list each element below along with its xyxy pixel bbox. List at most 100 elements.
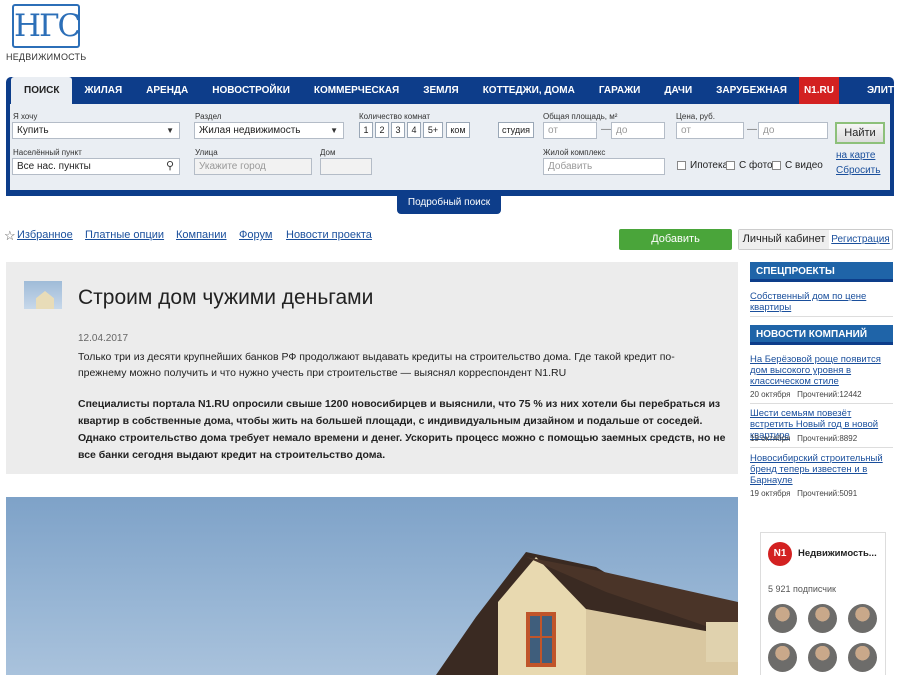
want-value: Купить: [17, 125, 49, 136]
avatar[interactable]: [848, 643, 877, 672]
cabinet-button[interactable]: Личный кабинет: [739, 230, 829, 249]
video-checkbox[interactable]: С видео: [772, 160, 823, 171]
checkbox-box: [726, 161, 735, 170]
search-icon: ⚲: [165, 160, 174, 172]
checkbox-box: [772, 161, 781, 170]
social-widget[interactable]: N1 Недвижимость... 5 921 подписчик: [760, 532, 886, 675]
tab-search[interactable]: ПОИСК: [11, 77, 73, 104]
area-label: Общая площадь, м²: [543, 112, 618, 121]
logo-mark: НГС: [12, 4, 81, 48]
detailed-search-button[interactable]: Подробный поиск: [397, 195, 501, 214]
rooms-5plus-button[interactable]: 5+: [423, 122, 443, 138]
tab-cottages[interactable]: КОТТЕДЖИ, ДОМА: [471, 77, 587, 104]
area-from-input[interactable]: от: [543, 122, 597, 139]
section-select[interactable]: Жилая недвижимость ▼: [194, 122, 344, 139]
house-thumbnail-icon: [24, 281, 62, 309]
find-button[interactable]: Найти: [835, 122, 885, 144]
checkbox-box: [677, 161, 686, 170]
special-project-link[interactable]: Собственный дом по цене квартиры: [750, 291, 890, 313]
price-dash: —: [747, 124, 757, 135]
mortgage-checkbox[interactable]: Ипотека: [677, 160, 728, 171]
tab-commercial[interactable]: КОММЕРЧЕСКАЯ: [302, 77, 411, 104]
rooms-1-button[interactable]: 1: [359, 122, 373, 138]
area-dash: —: [601, 124, 611, 135]
map-link[interactable]: на карте: [836, 150, 875, 161]
site-logo[interactable]: НГС НЕДВИЖИМОСТЬ: [6, 4, 86, 62]
news-item-title[interactable]: Новосибирский строительный бренд теперь …: [750, 453, 890, 486]
mortgage-label: Ипотека: [690, 160, 729, 171]
star-icon[interactable]: ☆: [4, 228, 16, 244]
price-from-input[interactable]: от: [676, 122, 744, 139]
news-date: 20 октября: [750, 390, 791, 399]
separator: [750, 447, 893, 448]
news-item-title[interactable]: На Берёзовой роще появится дом высокого …: [750, 354, 890, 387]
group-name[interactable]: Недвижимость...: [798, 548, 877, 559]
article-body: Специалисты портала N1.RU опросили свыше…: [78, 398, 726, 461]
add-ad-button[interactable]: Добавить объявление: [619, 229, 732, 266]
rooms-2-button[interactable]: 2: [375, 122, 389, 138]
rooms-4-button[interactable]: 4: [407, 122, 421, 138]
tab-foreign[interactable]: ЗАРУБЕЖНАЯ: [704, 77, 799, 104]
rooms-label: Количество комнат: [359, 112, 431, 121]
avatar[interactable]: [848, 604, 877, 633]
city-label: Населённый пункт: [13, 148, 82, 157]
price-label: Цена, руб.: [676, 112, 715, 121]
tab-new-buildings[interactable]: НОВОСТРОЙКИ: [200, 77, 302, 104]
tab-garages[interactable]: ГАРАЖИ: [587, 77, 653, 104]
street-input[interactable]: Укажите город: [194, 158, 312, 175]
price-to-input[interactable]: до: [758, 122, 828, 139]
article-title: Строим дом чужими деньгами: [78, 286, 374, 309]
separator: [750, 403, 893, 404]
house-label: Дом: [320, 148, 336, 157]
news-item-meta: 19 октября Прочтений:8892: [750, 434, 857, 443]
registration-link[interactable]: Регистрация: [829, 230, 892, 249]
house-input[interactable]: [320, 158, 372, 175]
tab-residential[interactable]: ЖИЛАЯ: [72, 77, 134, 104]
project-news-link[interactable]: Новости проекта: [286, 229, 372, 241]
article-photo: [6, 497, 738, 675]
city-value: Все нас. пункты: [17, 161, 91, 172]
news-views: Прочтений:12442: [797, 390, 862, 399]
paid-options-link[interactable]: Платные опции: [85, 229, 164, 241]
account-box: Личный кабинет Регистрация: [738, 229, 893, 250]
street-label: Улица: [195, 148, 218, 157]
video-label: С видео: [785, 160, 823, 171]
tab-land[interactable]: ЗЕМЛЯ: [411, 77, 470, 104]
separator: [750, 316, 893, 317]
want-label: Я хочу: [13, 112, 38, 121]
subscribers-count: 5 921 подписчик: [768, 584, 836, 594]
photo-checkbox[interactable]: С фото: [726, 160, 773, 171]
rooms-unit-button[interactable]: ком: [446, 122, 470, 138]
tab-n1[interactable]: N1.RU: [798, 77, 839, 104]
complex-input[interactable]: Добавить: [543, 158, 665, 175]
special-projects-header: СПЕЦПРОЕКТЫ: [750, 262, 893, 282]
complex-label: Жилой комплекс: [543, 148, 606, 157]
forum-link[interactable]: Форум: [239, 229, 272, 241]
section-label: Раздел: [195, 112, 222, 121]
city-input[interactable]: Все нас. пункты ⚲: [12, 158, 180, 175]
article-lead: Только три из десяти крупнейших банков Р…: [78, 351, 675, 379]
avatar[interactable]: [808, 643, 837, 672]
companies-link[interactable]: Компании: [176, 229, 227, 241]
category-tabs: ПОИСК ЖИЛАЯ АРЕНДА НОВОСТРОЙКИ КОММЕРЧЕС…: [11, 77, 900, 104]
news-date: 19 октября: [750, 489, 791, 498]
news-views: Прочтений:5091: [797, 489, 858, 498]
want-select[interactable]: Купить ▼: [12, 122, 180, 139]
area-to-input[interactable]: до: [611, 122, 665, 139]
tab-dachas[interactable]: ДАЧИ: [652, 77, 704, 104]
search-form: [10, 104, 890, 190]
avatar[interactable]: [768, 604, 797, 633]
avatar[interactable]: [768, 643, 797, 672]
section-value: Жилая недвижимость: [199, 125, 301, 136]
tab-elite[interactable]: ЭЛИТНАЯ: [847, 77, 900, 104]
studio-button[interactable]: студия: [498, 122, 534, 138]
rooms-3-button[interactable]: 3: [391, 122, 405, 138]
chevron-down-icon: ▼: [330, 126, 338, 135]
tab-rent[interactable]: АРЕНДА: [134, 77, 200, 104]
reset-link[interactable]: Сбросить: [836, 165, 880, 176]
house-photo-illustration: [436, 552, 738, 675]
avatar[interactable]: [808, 604, 837, 633]
n1-logo: N1: [768, 542, 792, 566]
favorites-link[interactable]: Избранное: [17, 229, 73, 241]
news-item-meta: 19 октября Прочтений:5091: [750, 489, 857, 498]
